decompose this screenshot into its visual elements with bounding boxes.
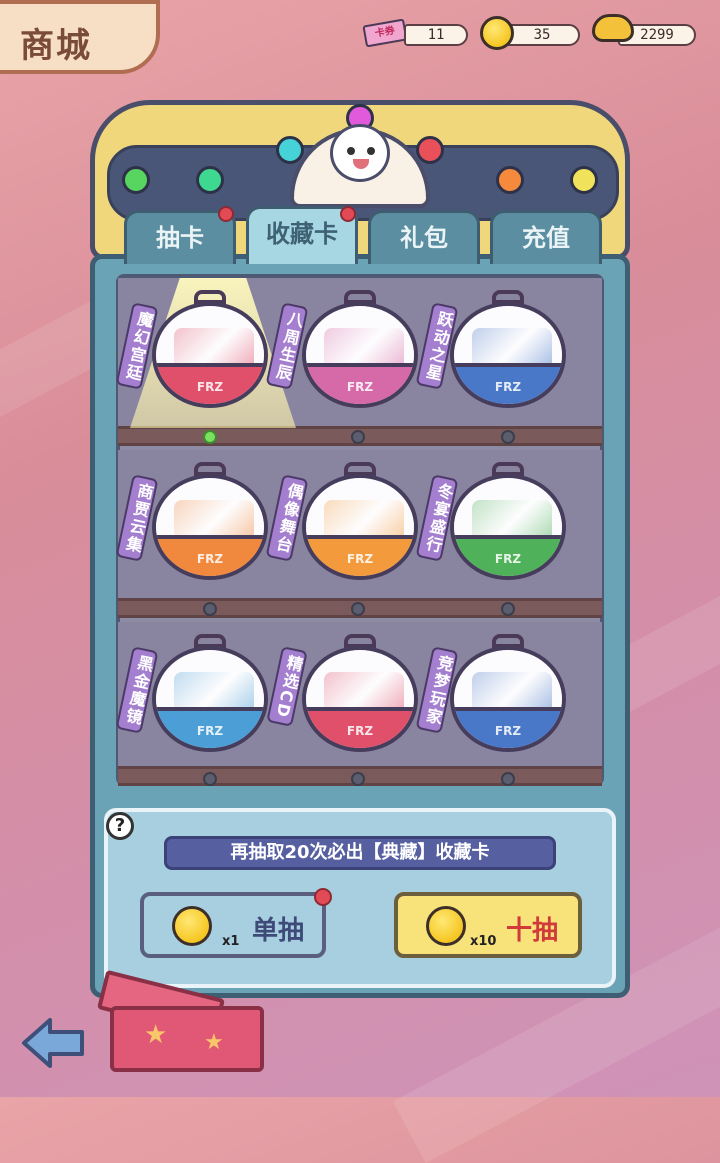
draw-label: 十抽: [506, 916, 559, 946]
capsule-globe: FRZ: [302, 302, 418, 408]
currency-value: 35: [504, 24, 580, 46]
pity-hint: 再抽取20次必出【典藏】收藏卡: [164, 836, 556, 870]
draw-multiplier: x1: [222, 934, 240, 949]
capsule-globe: FRZ: [450, 646, 566, 752]
tab-gift-pack[interactable]: 礼包: [368, 210, 480, 264]
capsule-globe: FRZ: [450, 302, 566, 408]
gold-coin-icon: [480, 16, 514, 50]
currency-ingots: 2299: [592, 14, 696, 46]
currency-tickets: 卡券 11: [362, 18, 468, 48]
cat-mascot-icon: [330, 124, 390, 182]
gold-coin-icon: [172, 906, 212, 946]
capsule-brand: FRZ: [196, 380, 224, 394]
light-orange: [496, 166, 524, 194]
light-red: [416, 136, 444, 164]
capsule-brand: FRZ: [346, 724, 374, 738]
tab-recharge[interactable]: 充值: [490, 210, 602, 264]
selection-indicator: [351, 602, 365, 616]
help-button[interactable]: ?: [106, 812, 134, 840]
tab-label: 充值: [522, 224, 570, 252]
gold-ingot-icon: [592, 14, 634, 42]
capsule-1[interactable]: FRZ: [152, 290, 268, 408]
light-teal: [196, 166, 224, 194]
selection-indicator: [501, 772, 515, 786]
light-green: [122, 166, 150, 194]
back-arrow-icon[interactable]: [20, 1016, 86, 1070]
notification-dot: [218, 206, 234, 222]
capsule-globe: FRZ: [302, 646, 418, 752]
selection-indicator: [203, 772, 217, 786]
capsule-6[interactable]: FRZ: [450, 462, 566, 580]
capsule-brand: FRZ: [346, 380, 374, 394]
selection-indicator: [501, 602, 515, 616]
selection-indicator: [203, 602, 217, 616]
gift-box-icon[interactable]: ★ ★: [110, 1006, 264, 1072]
capsule-brand: FRZ: [494, 552, 522, 566]
draw-label: 单抽: [252, 916, 305, 946]
capsule-brand: FRZ: [196, 724, 224, 738]
currency-value: 11: [404, 24, 468, 46]
capsule-4[interactable]: FRZ: [152, 462, 268, 580]
selection-indicator: [351, 772, 365, 786]
notification-dot: [314, 888, 332, 906]
currency-coins: 35: [480, 16, 580, 50]
capsule-brand: FRZ: [346, 552, 374, 566]
selection-indicator: [351, 430, 365, 444]
capsule-2[interactable]: FRZ: [302, 290, 418, 408]
page-title: 商城: [20, 26, 92, 66]
ticket-icon: 卡券: [362, 18, 408, 48]
capsule-globe: FRZ: [152, 302, 268, 408]
capsule-globe: FRZ: [152, 646, 268, 752]
draw-multiplier: x10: [470, 934, 497, 949]
capsule-5[interactable]: FRZ: [302, 462, 418, 580]
selection-indicator: [501, 430, 515, 444]
title-badge: 商城: [0, 0, 160, 74]
capsule-globe: FRZ: [302, 474, 418, 580]
capsule-brand: FRZ: [494, 724, 522, 738]
tab-label: 收藏卡: [266, 220, 338, 248]
capsule-8[interactable]: FRZ: [302, 634, 418, 752]
capsule-9[interactable]: FRZ: [450, 634, 566, 752]
single-draw-button[interactable]: x1 单抽: [140, 892, 326, 958]
capsule-brand: FRZ: [494, 380, 522, 394]
notification-dot: [340, 206, 356, 222]
star-icon: ★: [204, 1030, 224, 1055]
selection-indicator: [203, 430, 217, 444]
gold-coin-icon: [426, 906, 466, 946]
capsule-globe: FRZ: [450, 474, 566, 580]
capsule-globe: FRZ: [152, 474, 268, 580]
ten-draw-button[interactable]: x10 十抽: [394, 892, 582, 958]
capsule-3[interactable]: FRZ: [450, 290, 566, 408]
tab-label: 礼包: [400, 224, 448, 252]
capsule-7[interactable]: FRZ: [152, 634, 268, 752]
capsule-brand: FRZ: [196, 552, 224, 566]
light-yellow: [570, 166, 598, 194]
tab-label: 抽卡: [156, 224, 204, 252]
star-icon: ★: [144, 1020, 168, 1050]
